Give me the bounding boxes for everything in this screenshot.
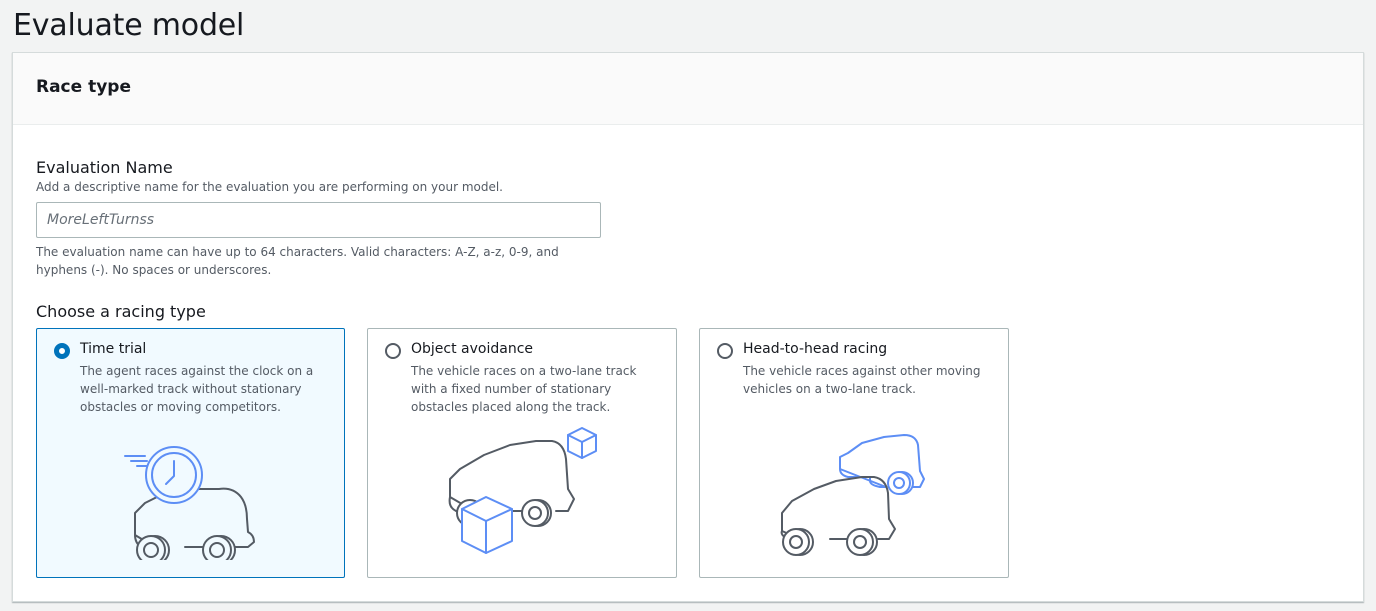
evaluation-name-description: Add a descriptive name for the evaluatio… [36, 180, 503, 194]
page-title: Evaluate model [13, 8, 245, 43]
panel-title: Race type [36, 77, 131, 97]
object-avoidance-title: Object avoidance [411, 341, 534, 357]
head-to-head-radio[interactable] [717, 343, 733, 359]
head-to-head-title: Head-to-head racing [743, 341, 888, 357]
time-trial-radio[interactable] [54, 343, 70, 359]
evaluation-name-input[interactable] [36, 202, 601, 238]
object-avoidance-car-icon [448, 427, 597, 554]
race-type-panel: Race type Evaluation Name Add a descript… [12, 52, 1364, 602]
evaluation-name-label: Evaluation Name [36, 158, 173, 177]
object-avoidance-radio[interactable] [385, 343, 401, 359]
time-trial-description: The agent races against the clock on a w… [80, 364, 314, 414]
racing-type-label: Choose a racing type [36, 302, 206, 321]
evaluation-name-constraint: The evaluation name can have up to 64 ch… [36, 245, 559, 277]
object-avoidance-description: The vehicle races on a two-lane track wi… [411, 364, 637, 414]
racing-type-card-object-avoidance[interactable]: Object avoidance The vehicle races on a … [367, 328, 677, 578]
racing-type-card-time-trial[interactable]: Time trial The agent races against the c… [36, 328, 345, 578]
panel-header: Race type [13, 53, 1363, 125]
time-trial-car-icon [124, 446, 255, 560]
head-to-head-description: The vehicle races against other moving v… [743, 364, 981, 396]
head-to-head-cars-icon [780, 434, 925, 556]
racing-type-card-head-to-head[interactable]: Head-to-head racing The vehicle races ag… [699, 328, 1009, 578]
time-trial-title: Time trial [80, 341, 147, 357]
